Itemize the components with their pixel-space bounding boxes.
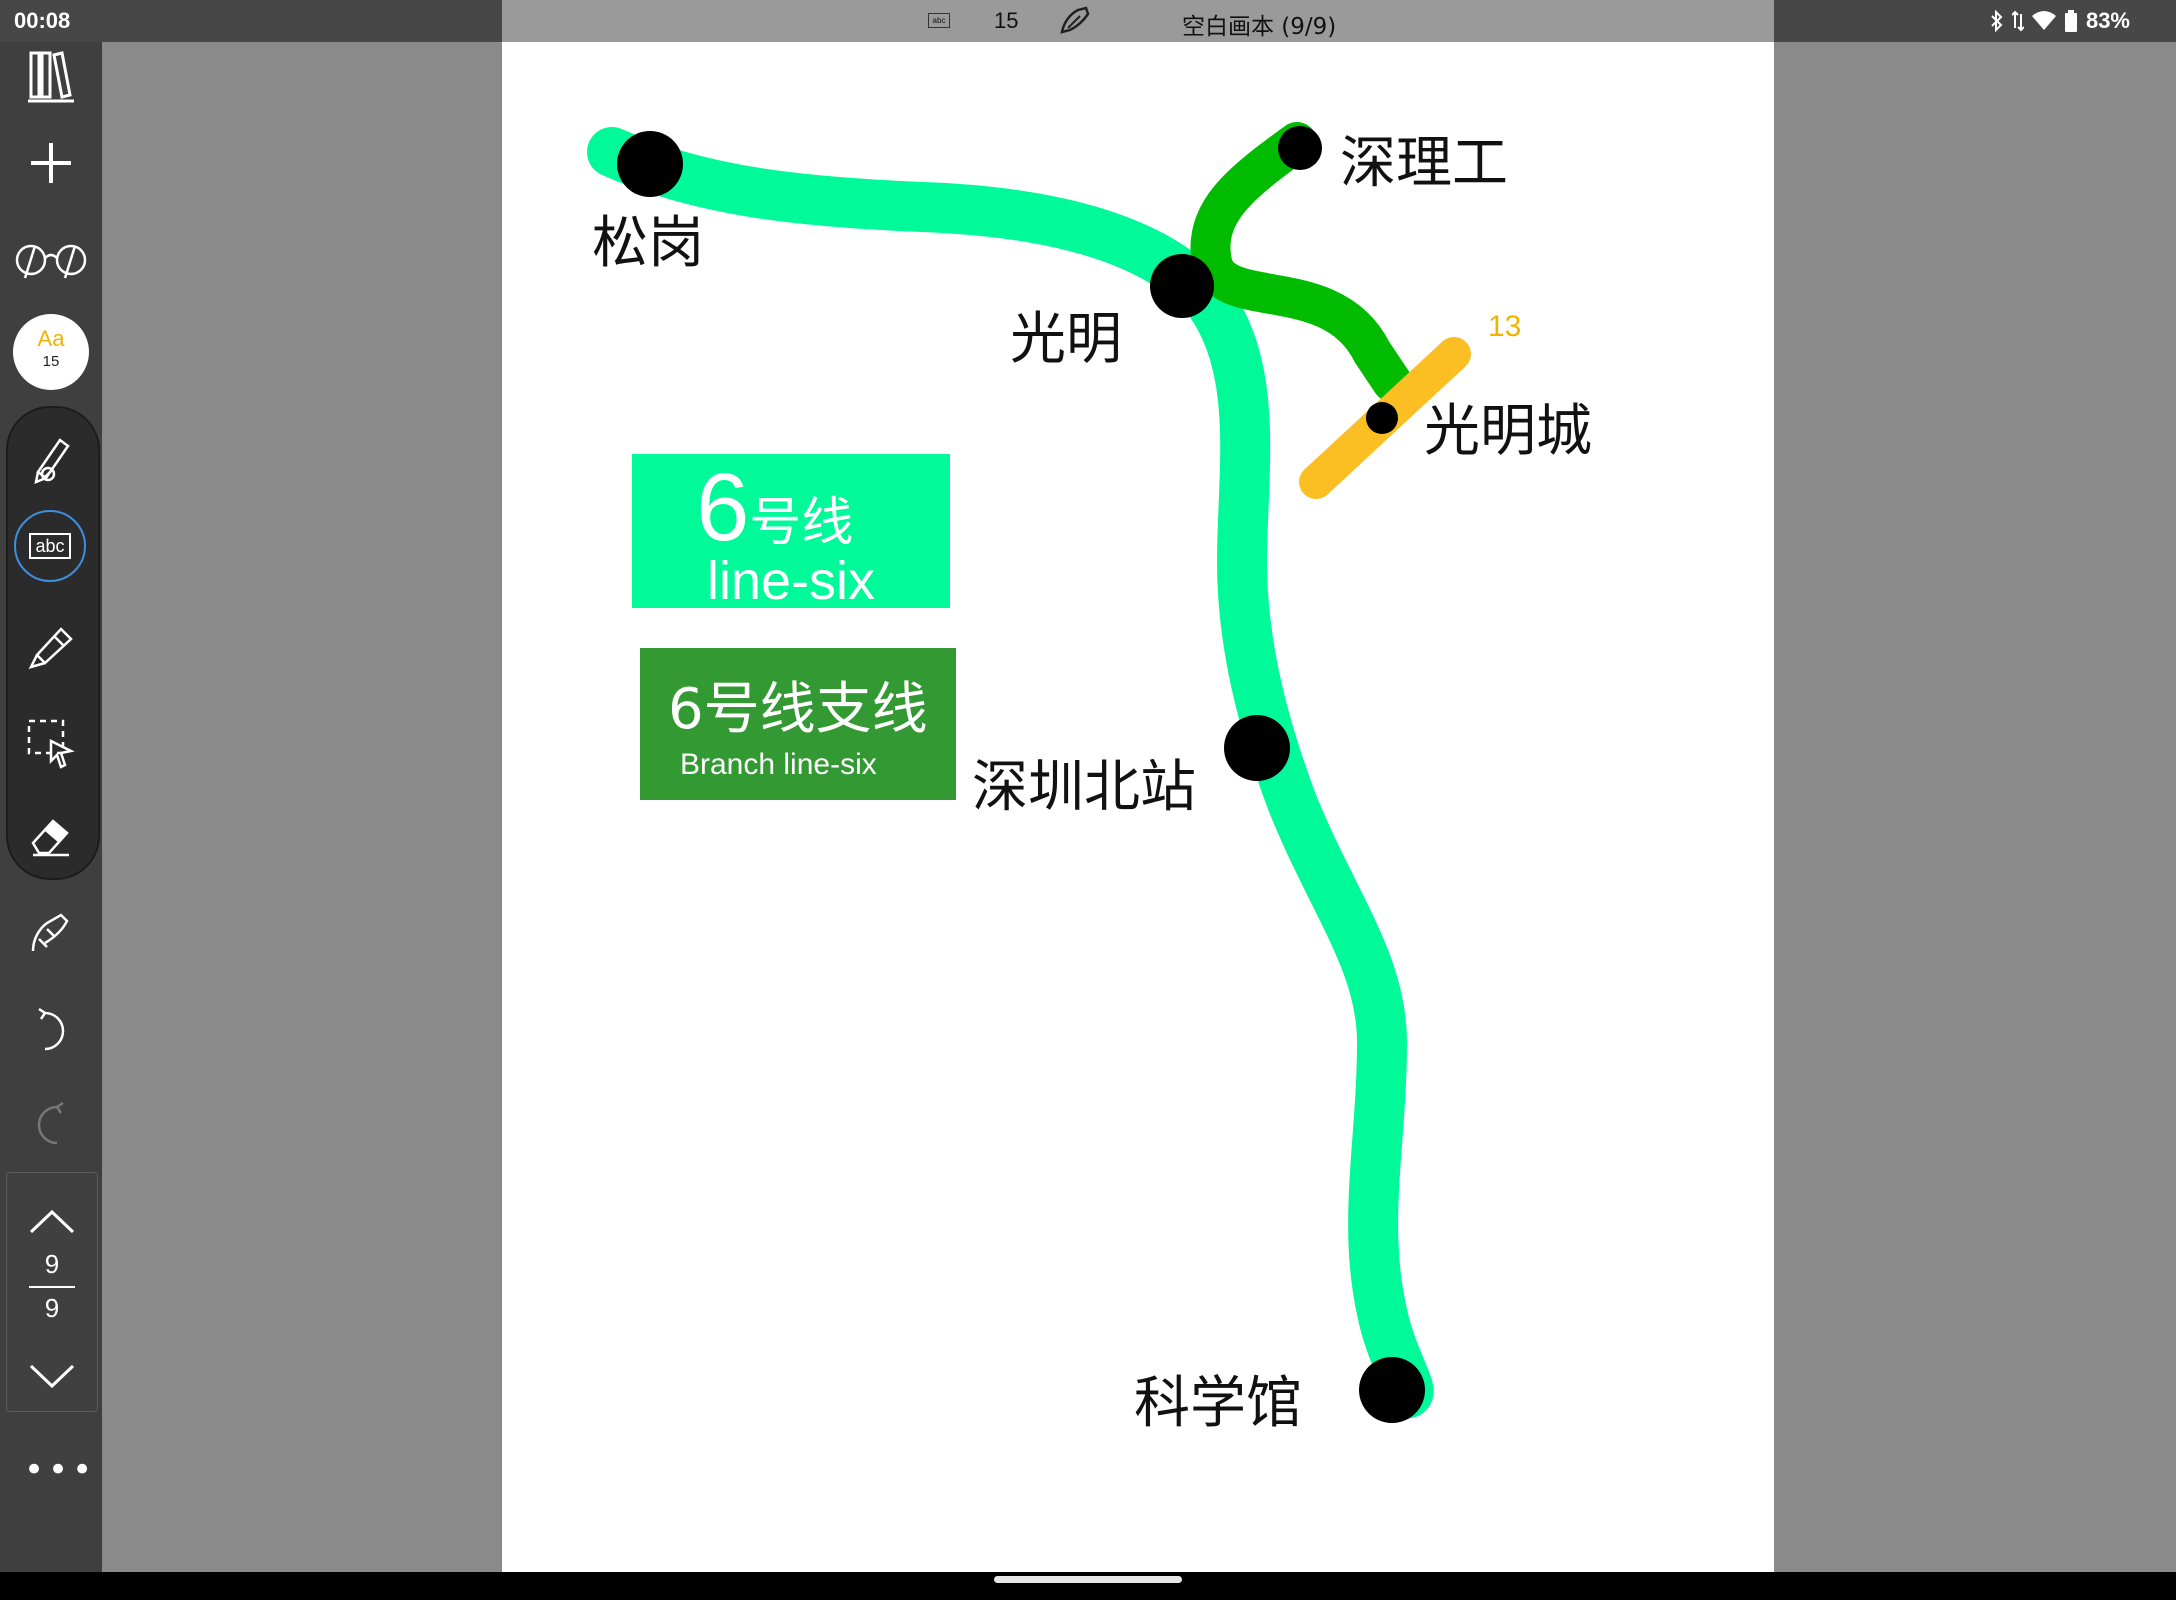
eraser-icon <box>31 819 69 857</box>
font-label: Aa <box>37 326 65 351</box>
station-label-guangming[interactable]: 光明 <box>1010 294 1122 375</box>
add-page-button[interactable] <box>0 128 102 198</box>
legend-line-six-cn: 号线 <box>749 493 854 553</box>
document-header: abc 15 空白画本 (9/9) <box>502 0 1774 42</box>
next-page-button[interactable] <box>1 1341 103 1411</box>
pen-tool-button[interactable] <box>0 424 102 494</box>
read-mode-button[interactable] <box>0 222 102 292</box>
station-label-guangmingcheng[interactable]: 光明城 <box>1424 386 1592 467</box>
undo-icon <box>38 1007 65 1051</box>
station-dot-guangming[interactable] <box>1150 254 1214 318</box>
station-dot-songgang[interactable] <box>617 131 683 197</box>
previous-page-button[interactable] <box>1 1187 103 1257</box>
station-dot-science-museum[interactable] <box>1359 1357 1425 1423</box>
font-size-label: 15 <box>42 353 60 370</box>
status-bar: 00:08 abc 15 空白画本 (9/9) 83% <box>0 0 2176 42</box>
library-button[interactable] <box>0 42 102 112</box>
battery-percent: 83% <box>2085 8 2130 33</box>
select-icon <box>27 719 75 769</box>
station-dot-shenligong[interactable] <box>1278 126 1322 170</box>
undo-button[interactable] <box>0 996 102 1066</box>
legend-line-six[interactable]: 6号线 line-six <box>632 454 950 611</box>
home-gesture-handle[interactable] <box>994 1576 1182 1583</box>
pen-nib-icon <box>34 438 70 484</box>
glasses-icon <box>15 244 87 279</box>
station-label-science-museum[interactable]: 科学馆 <box>1134 1358 1302 1439</box>
battery-icon <box>2064 10 2077 32</box>
redo-button[interactable] <box>0 1090 102 1160</box>
touch-draw-button[interactable] <box>0 898 102 968</box>
line-13-label[interactable]: 13 <box>1488 310 1521 344</box>
hand-pen-icon <box>31 913 69 952</box>
station-dot-guangmingcheng[interactable] <box>1366 402 1398 434</box>
text-tool-button[interactable]: abc <box>14 510 86 582</box>
font-settings-button[interactable]: Aa 15 <box>13 314 89 390</box>
navigation-bar <box>0 1572 2176 1600</box>
page-divider <box>29 1286 75 1288</box>
eraser-button[interactable] <box>0 800 102 870</box>
font-size-indicator[interactable]: 15 <box>994 8 1018 34</box>
bluetooth-icon <box>1991 10 2003 32</box>
document-title: 空白画本 (9/9) <box>1182 14 1337 40</box>
chevron-up-icon <box>29 1209 75 1234</box>
data-icon <box>2011 10 2024 32</box>
left-toolbar: Aa 15 abc 9 9 ••• <box>0 42 102 1572</box>
legend-line-six-en: line-six <box>706 551 876 611</box>
text-mode-icon[interactable]: abc <box>928 13 950 28</box>
legend-branch-en: Branch line-six <box>680 748 877 781</box>
legend-branch-cn: 6号线支线 <box>668 677 928 742</box>
station-label-songgang[interactable]: 松岗 <box>592 198 704 279</box>
current-page: 9 <box>44 1249 60 1279</box>
clock: 00:08 <box>14 8 71 33</box>
more-options-button[interactable]: ••• <box>24 1450 96 1490</box>
page-navigator: 9 9 <box>6 1172 98 1412</box>
highlighter-button[interactable] <box>0 612 102 682</box>
redo-icon <box>37 1101 64 1145</box>
text-tool-label: abc <box>29 533 71 559</box>
pen-icon[interactable] <box>1058 4 1092 40</box>
plus-icon <box>31 143 71 183</box>
system-indicators: 83% <box>1990 8 2130 34</box>
station-label-shenligong[interactable]: 深理工 <box>1340 118 1508 199</box>
legend-line-six-number: 6 <box>696 454 750 561</box>
lasso-select-button[interactable] <box>0 708 102 778</box>
station-dot-shenzhen-north[interactable] <box>1224 715 1290 781</box>
books-icon <box>28 51 74 103</box>
total-pages: 9 <box>44 1293 60 1323</box>
chevron-down-icon <box>29 1364 75 1389</box>
highlighter-icon <box>28 627 73 669</box>
legend-line-six-title: 6号线 <box>696 460 853 556</box>
station-label-shenzhen-north[interactable]: 深圳北站 <box>972 742 1196 823</box>
wifi-icon <box>2031 11 2056 30</box>
legend-line-six-branch[interactable]: 6号线支线 Branch line-six <box>640 648 956 800</box>
canvas-page[interactable]: 松岗 光明 深理工 光明城 深圳北站 科学馆 13 6号线 line-six 6… <box>502 42 1774 1572</box>
